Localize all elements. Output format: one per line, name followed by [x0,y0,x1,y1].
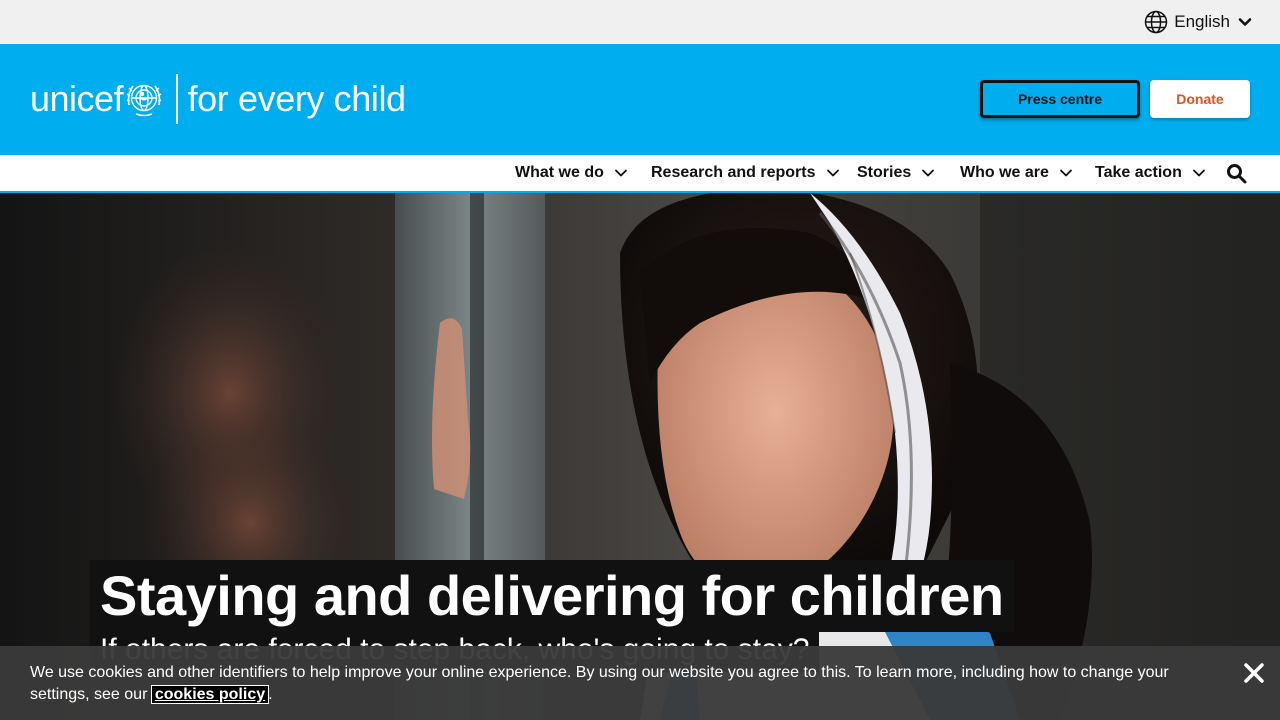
chevron-down-icon [826,169,839,177]
press-centre-button[interactable]: Press centre [980,80,1140,118]
nav-item-label: Who we are [960,164,1049,181]
donate-button[interactable]: Donate [1150,80,1250,118]
nav-item-label: What we do [515,164,604,181]
logo-divider [176,74,178,124]
nav-item-stories[interactable]: Stories [857,155,935,191]
nav-item-label: Take action [1095,164,1182,181]
brand-header: unicef for every child Press centre Dona… [0,44,1280,155]
logo-tagline: for every child [187,78,406,119]
nav-item-label: Stories [857,164,912,181]
search-icon[interactable] [1226,163,1247,184]
unicef-logo[interactable]: unicef for every child [30,73,406,125]
close-icon[interactable] [1243,662,1265,684]
nav-item-who-we-are[interactable]: Who we are [960,155,1073,191]
hero-title: Staying and delivering for children [90,560,1014,632]
nav-item-research-and-reports[interactable]: Research and reports [651,155,840,191]
chevron-down-icon [1238,18,1252,26]
globe-icon [1144,10,1168,34]
language-selector[interactable]: English [1144,10,1252,34]
unicef-emblem-icon [126,84,162,117]
nav-item-take-action[interactable]: Take action [1095,155,1206,191]
main-navigation: What we do Research and reports Stories … [0,155,1280,193]
chevron-down-icon [614,169,627,177]
nav-item-label: Research and reports [651,164,816,181]
language-label: English [1174,12,1230,31]
cookie-text-end: . [268,686,273,703]
logo-wordmark: unicef [30,78,124,119]
cookie-banner: We use cookies and other identifiers to … [0,646,1280,720]
chevron-down-icon [1060,169,1072,177]
chevron-down-icon [922,169,935,177]
cookies-policy-link[interactable]: cookies policy [150,685,270,704]
cookie-message: We use cookies and other identifiers to … [30,662,1200,706]
chevron-down-icon [1192,169,1205,177]
hero-banner: Staying and delivering for children If o… [0,193,1280,720]
nav-item-what-we-do[interactable]: What we do [515,155,628,191]
utility-bar: English [0,0,1280,44]
